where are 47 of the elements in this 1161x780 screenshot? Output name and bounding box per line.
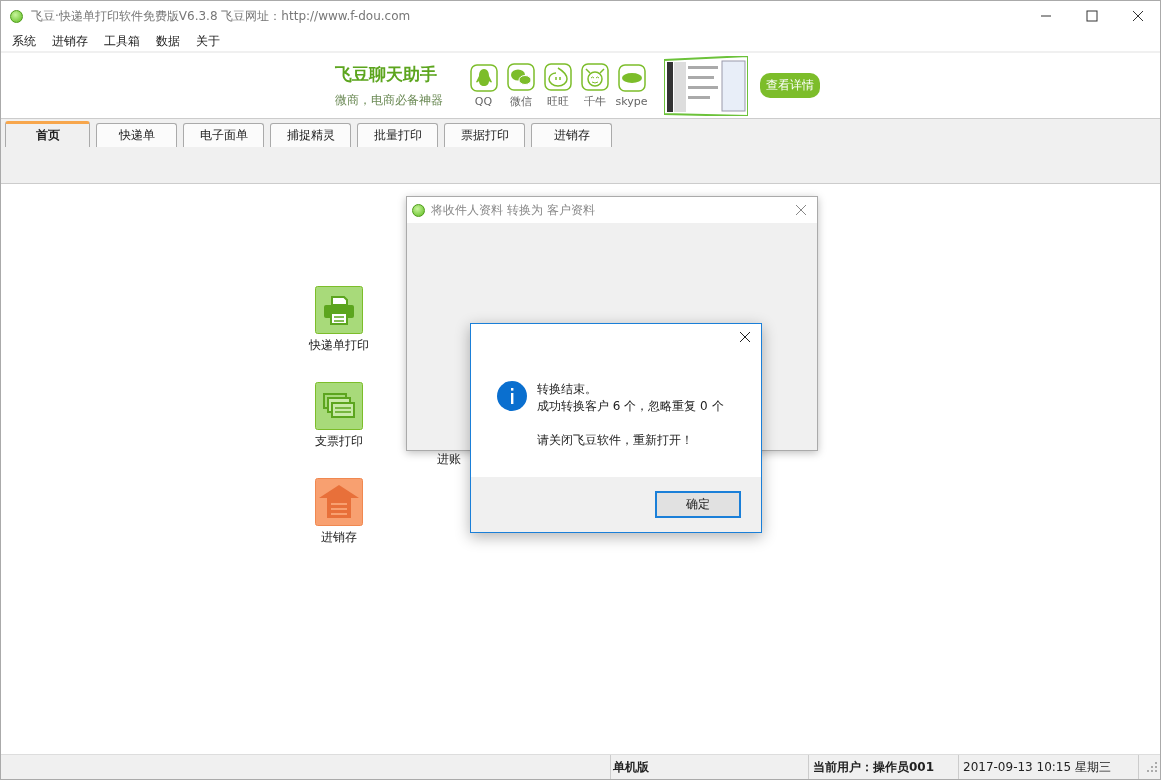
info-icon bbox=[497, 381, 527, 411]
app-icon bbox=[412, 203, 425, 217]
app-label: 千牛 bbox=[583, 93, 606, 109]
app-label: 微信 bbox=[509, 93, 532, 109]
window-title: 飞豆·快递单打印软件免费版V6.3.8 飞豆网址：http://www.f-dou.com bbox=[31, 7, 411, 25]
status-user: 当前用户：操作员001 bbox=[809, 755, 959, 779]
resize-grip-icon[interactable] bbox=[1147, 762, 1157, 772]
smiley-icon[interactable] bbox=[543, 62, 572, 91]
message-text: 转换结束。 bbox=[537, 381, 598, 398]
tile-label: 进账 bbox=[437, 452, 461, 466]
dialog-title: 将收件人资料 转换为 客户资料 bbox=[431, 201, 595, 219]
menu-item[interactable]: 数据 bbox=[156, 32, 180, 50]
status-datetime: 2017-09-13 10:15 星期三 bbox=[959, 755, 1139, 779]
penguin-icon[interactable] bbox=[469, 63, 498, 92]
menu-item[interactable]: 进销存 bbox=[52, 32, 88, 50]
tab[interactable]: 捕捉精灵 bbox=[270, 123, 351, 147]
close-icon[interactable] bbox=[739, 331, 751, 343]
tile-label: 快递单打印 bbox=[309, 337, 369, 354]
stacked-sheets-icon[interactable] bbox=[315, 382, 363, 430]
tab[interactable]: 批量打印 bbox=[357, 123, 438, 147]
menu-item[interactable]: 系统 bbox=[12, 32, 36, 50]
tab[interactable]: 电子面单 bbox=[183, 123, 264, 147]
tab[interactable]: 快递单 bbox=[96, 123, 177, 147]
chat-bubbles-icon[interactable] bbox=[506, 62, 535, 91]
tile-label: 支票打印 bbox=[315, 433, 363, 450]
printer-icon[interactable] bbox=[315, 286, 363, 334]
tile-label: 进销存 bbox=[321, 529, 357, 546]
app-label: 旺旺 bbox=[546, 93, 569, 109]
banner-subtitle: 微商，电商必备神器 bbox=[335, 91, 443, 109]
menu-item[interactable]: 关于 bbox=[196, 32, 220, 50]
app-icon bbox=[10, 9, 23, 23]
app-label: QQ bbox=[474, 94, 493, 108]
message-text: 成功转换客户 6 个，忽略重复 0 个 bbox=[537, 398, 724, 415]
menu-item[interactable]: 工具箱 bbox=[104, 32, 140, 50]
close-icon[interactable] bbox=[1132, 10, 1144, 22]
status-edition: 单机版 bbox=[611, 755, 809, 779]
cloud-logo-icon[interactable] bbox=[617, 63, 646, 92]
bull-face-icon[interactable] bbox=[580, 62, 609, 91]
warehouse-icon[interactable] bbox=[315, 478, 363, 526]
tab[interactable]: 进销存 bbox=[531, 123, 612, 147]
app-label: skype bbox=[615, 94, 648, 108]
banner-title: 飞豆聊天助手 bbox=[335, 62, 438, 86]
message-text: 请关闭飞豆软件，重新打开！ bbox=[537, 432, 694, 449]
ok-button[interactable]: 确定 bbox=[655, 491, 741, 518]
tab[interactable]: 票据打印 bbox=[444, 123, 525, 147]
maximize-icon[interactable] bbox=[1086, 10, 1098, 22]
tab[interactable]: 首页 bbox=[5, 121, 90, 147]
